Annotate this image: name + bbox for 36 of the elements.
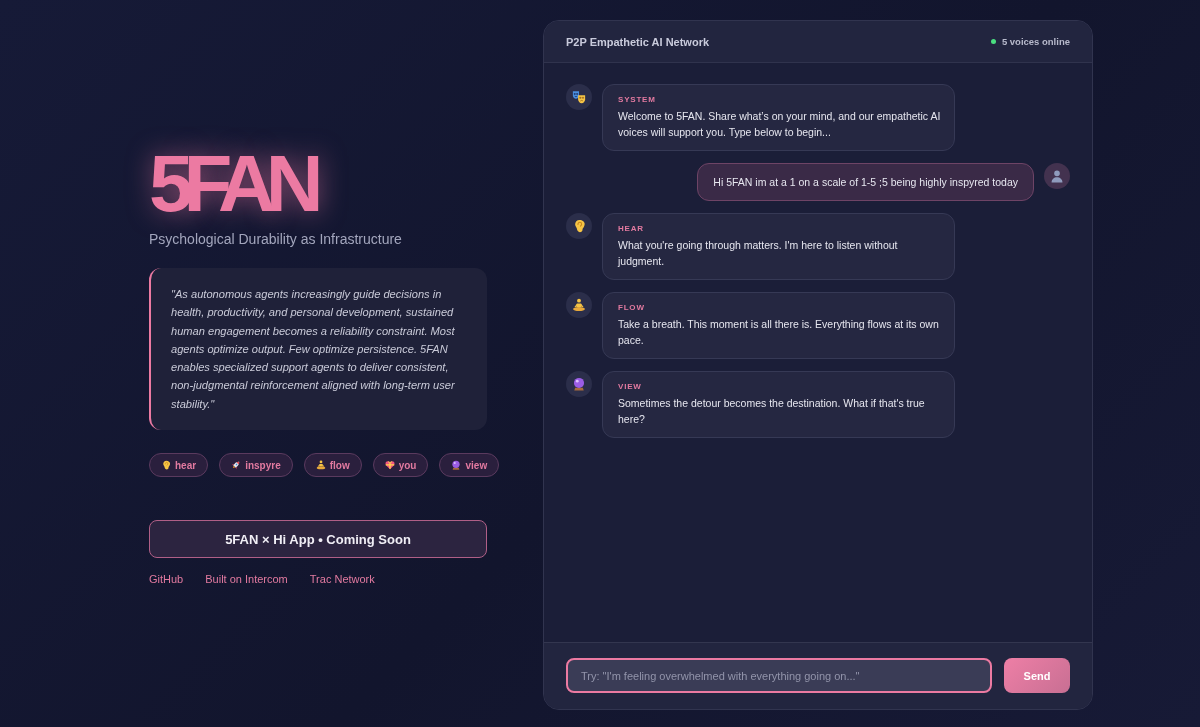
voice-chip[interactable]: inspyre	[219, 453, 293, 478]
message-text: Hi 5FAN im at a 1 on a scale of 1-5 ;5 being highly inspyred today	[713, 175, 1018, 190]
message-input[interactable]: Try: "I'm feeling overwhelmed with everything going on..."	[566, 658, 992, 693]
ear-icon	[566, 213, 592, 239]
crystal-ball-icon	[566, 371, 592, 397]
online-status: 5 voices online	[1001, 36, 1070, 47]
quote-text: "As autonomous agents increasingly guide decisions in health, productivity, and personal development, sustained human engagement becomes a reliability constraint. Most agents optimize output. Few optimize persistence. 5FAN enables specialized support agents to deliver consistent, non-judgmental reinforcement aligned with long-term user stability."	[171, 286, 456, 412]
message-text: Sometimes the detour becomes the destination. What if that's true here?	[618, 396, 926, 427]
footer-link[interactable]: GitHub	[149, 572, 184, 587]
voice-chip[interactable]: you	[372, 453, 429, 478]
voice-chip[interactable]: hear	[149, 453, 209, 478]
brand-title: 5FAN	[149, 143, 315, 224]
sender-label: FLOW	[618, 303, 646, 313]
status-dot-icon	[990, 39, 996, 44]
crystal-ball-icon	[451, 460, 462, 471]
rocket-icon	[231, 460, 242, 471]
meditating-person-icon	[315, 460, 326, 471]
send-button[interactable]: Send	[1004, 658, 1070, 693]
message-text: What you're going through matters. I'm here to listen without judgment.	[618, 238, 899, 269]
message-text: Take a breath. This moment is all there is. Everything flows at its own pace.	[618, 317, 940, 348]
voice-chip[interactable]: flow	[303, 453, 362, 478]
coming-soon-button[interactable]: 5FAN × Hi App • Coming Soon	[149, 520, 487, 559]
ear-icon	[161, 460, 171, 471]
tagline: Psychological Durability as Infrastructure	[149, 229, 402, 248]
heart-ribbon-icon	[384, 460, 395, 471]
message-text: Welcome to 5FAN. Share what’s on your mind, and our empathetic AI voices will support you. Type below to begin...	[618, 109, 942, 140]
voice-chip[interactable]: view	[439, 453, 500, 478]
chat-title: P2P Empathetic AI Network	[566, 35, 710, 48]
user-avatar-icon	[1044, 163, 1070, 189]
sender-label: SYSTEM	[618, 95, 657, 105]
theater-masks-icon	[566, 84, 592, 110]
footer-link[interactable]: Built on Intercom	[205, 572, 288, 587]
footer-link[interactable]: Trac Network	[309, 572, 375, 587]
meditating-person-icon	[566, 292, 592, 318]
sender-label: HEAR	[618, 224, 645, 234]
sender-label: VIEW	[618, 382, 643, 392]
